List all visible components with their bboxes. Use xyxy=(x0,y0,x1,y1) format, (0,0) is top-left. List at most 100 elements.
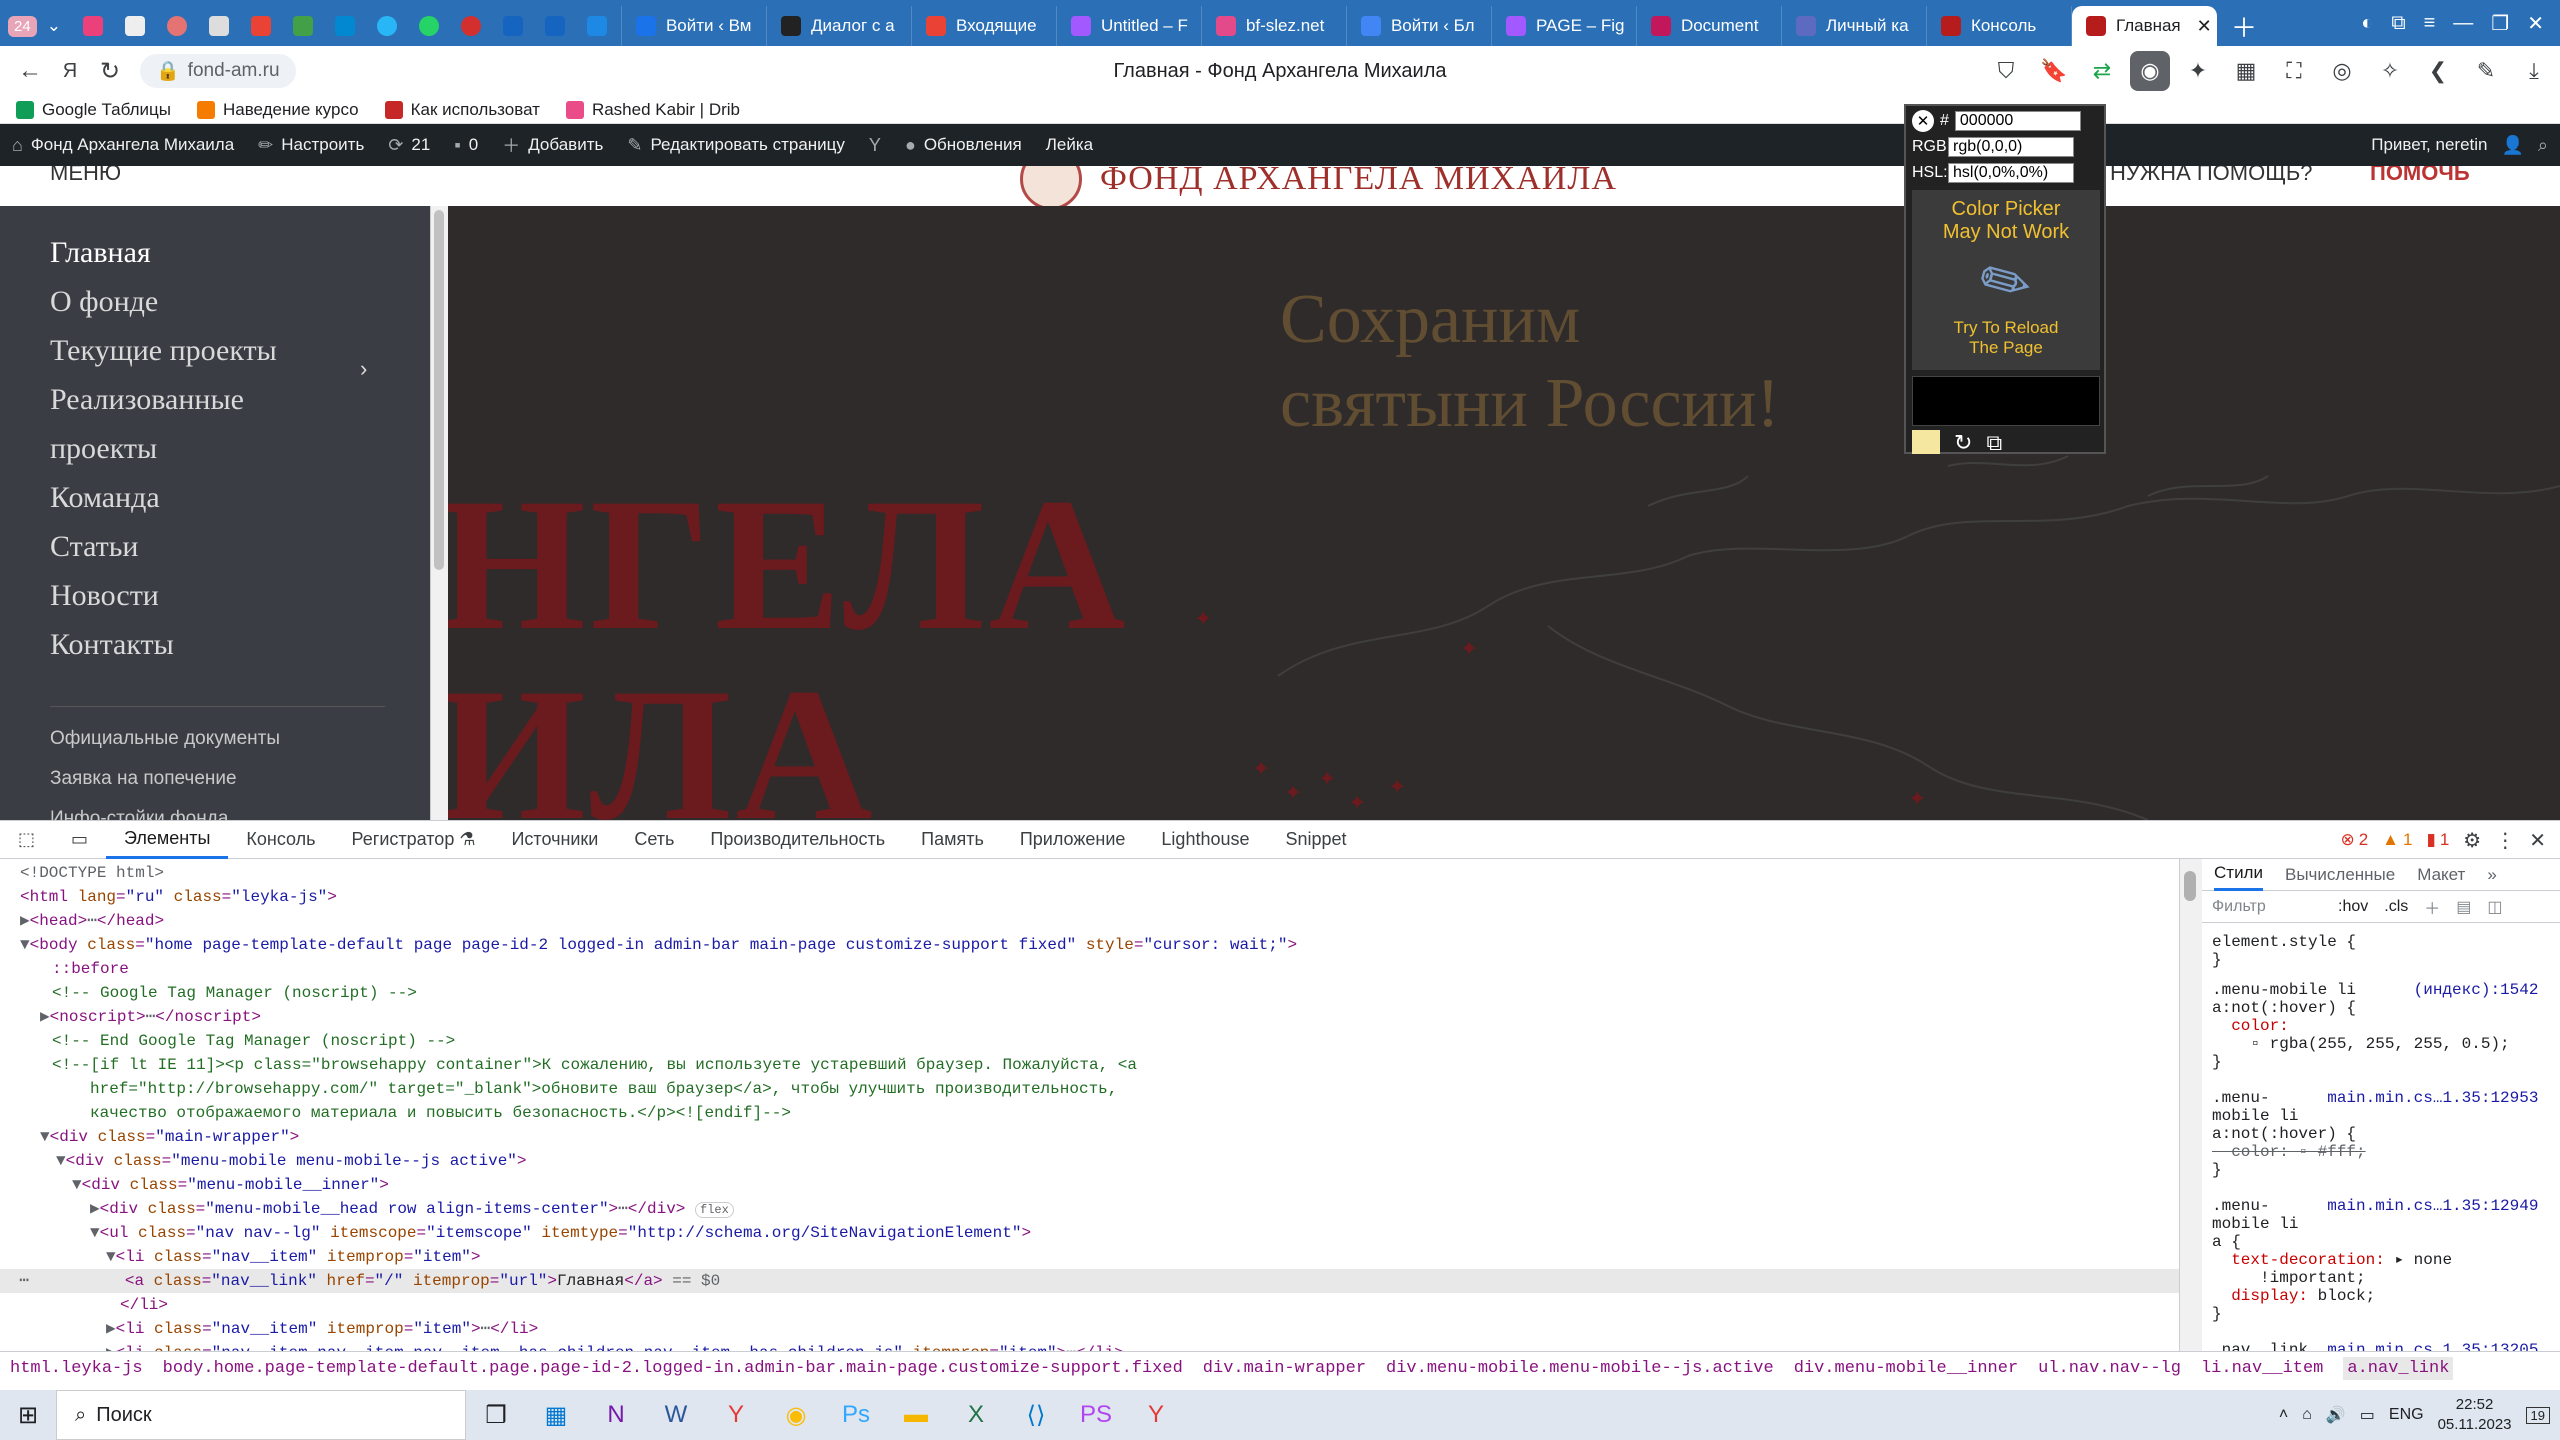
dom-line[interactable]: ▼<body class="home page-template-default… xyxy=(20,933,1297,957)
chat-icon[interactable]: ✎ xyxy=(2466,51,2506,91)
browser-tab[interactable]: Личный ка xyxy=(1782,6,1927,46)
style-rule[interactable]: .menu-mobile li (индекс):1542 a:not(:hov… xyxy=(2212,981,2538,1071)
admin-customize[interactable]: ✏ Настроить xyxy=(246,124,376,166)
language-indicator[interactable]: ENG xyxy=(2389,1406,2424,1424)
site-brand[interactable]: ФОНД АРХАНГЕЛА МИХАИЛА xyxy=(1100,166,1617,198)
devtools-tab[interactable]: Lighthouse xyxy=(1143,821,1267,859)
nav-secondary-item[interactable]: Инфо-стойки фонда xyxy=(50,808,228,820)
browser-tab[interactable]: Входящие xyxy=(912,6,1057,46)
pinned-tab-icon[interactable] xyxy=(82,16,103,36)
excel-icon[interactable]: X xyxy=(946,1390,1006,1440)
dom-breadcrumb[interactable]: a.nav_link xyxy=(2343,1357,2454,1380)
devtools-tab[interactable]: Регистратор ⚗ xyxy=(334,821,494,859)
word-icon[interactable]: W xyxy=(646,1390,706,1440)
pinned-tab-icon[interactable] xyxy=(334,16,355,36)
yandex-icon[interactable]: Я xyxy=(50,51,90,91)
help-link[interactable]: НУЖНА ПОМОЩЬ? xyxy=(2110,166,2313,186)
admin-updates-link[interactable]: ● Обновления xyxy=(893,124,1034,166)
reload-button[interactable]: ↻ xyxy=(90,51,130,91)
windows-start-icon[interactable]: ⊞ xyxy=(0,1390,56,1440)
bookmark-item[interactable]: Наведение курсо xyxy=(196,100,359,120)
taskbar-search[interactable]: ⌕ Поиск xyxy=(56,1390,466,1440)
admin-edit[interactable]: ✎ Редактировать страницу xyxy=(615,124,857,166)
phpstorm-icon[interactable]: PS xyxy=(1066,1390,1126,1440)
clock[interactable]: 22:52 05.11.2023 xyxy=(2438,1395,2512,1435)
avatar[interactable]: 👤 xyxy=(2501,135,2523,156)
devtools-tab[interactable]: Память xyxy=(903,821,1002,859)
pinned-tab-icon[interactable] xyxy=(376,16,397,36)
crop-icon[interactable]: ⛶ xyxy=(2274,51,2314,91)
sync-icon[interactable]: ⇄ xyxy=(2082,51,2122,91)
dom-line[interactable]: ▼<ul class="nav nav--lg" itemscope="item… xyxy=(90,1221,1031,1245)
screenshot-icon[interactable]: ▦ xyxy=(2226,51,2266,91)
nav-item[interactable]: Статьи xyxy=(50,530,138,564)
onenote-icon[interactable]: N xyxy=(586,1390,646,1440)
menu-scrollbar-thumb[interactable] xyxy=(434,210,444,570)
menu-toggle[interactable]: МЕНЮ xyxy=(50,166,121,186)
yandex-browser-icon[interactable]: Y xyxy=(706,1390,766,1440)
battery-icon[interactable]: ▭ xyxy=(2360,1405,2375,1425)
close-icon[interactable]: ✕ xyxy=(2529,828,2546,853)
dom-line[interactable]: ▼<li class="nav__item" itemprop="item"> xyxy=(106,1245,481,1269)
nav-item[interactable]: Реализованные xyxy=(50,383,244,417)
pinned-tab-icon[interactable] xyxy=(250,16,271,36)
pinned-tab-icon[interactable] xyxy=(502,16,523,36)
more-icon[interactable]: ⋮ xyxy=(2495,828,2515,853)
dom-line[interactable]: <!--[if lt IE 11]><p class="browsehappy … xyxy=(52,1053,1137,1077)
collections-icon[interactable]: ⧉ xyxy=(2391,12,2405,35)
chrome-icon[interactable]: ◎ xyxy=(2322,51,2362,91)
styles-subtab[interactable]: Макет xyxy=(2417,865,2465,885)
browser-tab[interactable]: bf-slez.net xyxy=(1202,6,1347,46)
restore-icon[interactable]: ❐ xyxy=(2491,11,2509,36)
device-toggle-icon[interactable]: ▭ xyxy=(53,821,106,859)
rgb-input[interactable] xyxy=(1948,137,2074,157)
download-icon[interactable]: ⤓ xyxy=(2514,51,2554,91)
browser-tab[interactable]: Диалог с а xyxy=(767,6,912,46)
chevron-up-icon[interactable]: ˄ xyxy=(2279,1406,2288,1424)
close-icon[interactable]: ✕ xyxy=(2527,11,2544,36)
dom-line[interactable]: ▼<div class="main-wrapper"> xyxy=(40,1125,299,1149)
pinned-tab-icon[interactable] xyxy=(208,16,229,36)
style-rule[interactable]: .menu- main.min.cs…1.35:12953 mobile li … xyxy=(2212,1089,2538,1179)
browser-tab[interactable]: Консоль xyxy=(1927,6,2072,46)
filter-input[interactable]: Фильтр xyxy=(2212,898,2322,916)
site-logo[interactable] xyxy=(1020,166,1082,206)
dom-line-selected[interactable]: ⋯ <a class="nav__link" href="/" itemprop… xyxy=(0,1269,2179,1293)
dom-breadcrumb[interactable]: li.nav__item xyxy=(2201,1359,2323,1378)
hov-toggle[interactable]: :hov xyxy=(2338,898,2368,916)
browser-tab[interactable]: Войти ‹ Бл xyxy=(1347,6,1492,46)
search-icon[interactable]: ⌕ xyxy=(2538,135,2548,156)
nav-item[interactable]: Контакты xyxy=(50,628,174,662)
profile-icon[interactable]: ◐ xyxy=(2361,12,2373,35)
protect-icon[interactable]: ⛉ xyxy=(1986,51,2026,91)
paint-icon[interactable]: ▤ xyxy=(2456,897,2471,917)
nav-item[interactable]: проекты xyxy=(50,432,157,466)
compass-icon[interactable]: ✧ xyxy=(2370,51,2410,91)
devtools-tab[interactable]: Производительность xyxy=(692,821,903,859)
styles-subtab[interactable]: Стили xyxy=(2214,859,2263,891)
browser-tab[interactable]: PAGE – Fig xyxy=(1492,6,1637,46)
dom-breadcrumb[interactable]: ul.nav.nav--lg xyxy=(2038,1359,2181,1378)
dom-breadcrumb[interactable]: div.menu-mobile.menu-mobile--js.active xyxy=(1386,1359,1774,1378)
pinned-tab-icon[interactable] xyxy=(586,16,607,36)
styles-subtab[interactable]: Вычисленные xyxy=(2285,865,2395,885)
nav-item[interactable]: Текущие проекты xyxy=(50,334,277,368)
nav-secondary-item[interactable]: Официальные документы xyxy=(50,728,280,750)
arrow-left-icon[interactable]: ❮ xyxy=(2418,51,2458,91)
dom-line[interactable]: <html lang="ru" class="leyka-js"> xyxy=(20,885,337,909)
bookmark-item[interactable]: Rashed Kabir | Drib xyxy=(565,100,740,120)
dom-line[interactable]: ▶<div class="menu-mobile__head row align… xyxy=(90,1197,734,1221)
dom-line[interactable]: качество отображаемого материала и повыс… xyxy=(90,1101,791,1125)
pinned-tab-icon[interactable] xyxy=(166,16,187,36)
network-icon[interactable]: ⌂ xyxy=(2302,1406,2312,1424)
pinned-tab-icon[interactable] xyxy=(460,16,481,36)
browser-tab[interactable]: Войти ‹ Вм xyxy=(622,6,767,46)
nav-item[interactable]: Команда xyxy=(50,481,160,515)
dom-line[interactable]: href="http://browsehappy.com/" target="_… xyxy=(90,1077,1117,1101)
dom-line[interactable]: ▶<li class="nav__item" itemprop="item">⋯… xyxy=(106,1317,538,1341)
browser-tab[interactable]: Untitled – F xyxy=(1057,6,1202,46)
dom-line[interactable]: ▶<head>⋯</head> xyxy=(20,909,164,933)
settings-icon[interactable]: ⚙ xyxy=(2463,828,2481,853)
new-tab-button[interactable]: ＋ xyxy=(2217,6,2271,46)
calculator-icon[interactable]: ▦ xyxy=(526,1390,586,1440)
